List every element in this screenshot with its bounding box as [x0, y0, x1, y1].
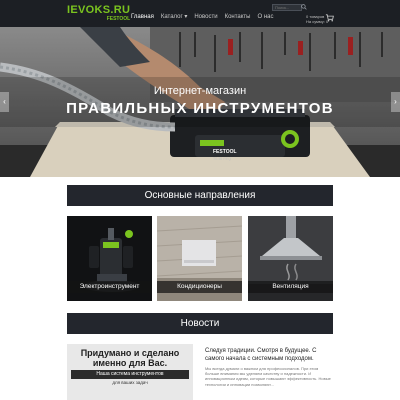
- direction-card-label: Вентиляция: [248, 281, 333, 293]
- tool-model-label: TS 55 REQ: [213, 157, 231, 161]
- directions-heading: Основные направления: [67, 185, 333, 206]
- news-image[interactable]: Придумано и сделано именно для Вас. Наша…: [67, 344, 193, 400]
- news-image-headline: Придумано и сделано именно для Вас.: [80, 348, 180, 368]
- slider-next-button[interactable]: ›: [391, 92, 400, 112]
- nav-item-news[interactable]: Новости: [194, 13, 217, 21]
- site-logo[interactable]: IEVOKS.RU FESTOOL: [67, 4, 131, 23]
- direction-card-ventilation[interactable]: Вентиляция: [248, 216, 333, 301]
- news-body: Мы всегда думали о важном для профессион…: [205, 366, 331, 387]
- nav-item-contacts[interactable]: Контакты: [225, 13, 251, 21]
- hero-subtitle: Интернет-магазин: [153, 85, 247, 97]
- news-heading: Новости: [67, 313, 333, 334]
- main-nav: Главная Каталог ▾ Новости Контакты О нас: [131, 13, 273, 21]
- direction-card-power-tools[interactable]: Электроинструмент: [67, 216, 152, 301]
- logo-text: IEVOKS.RU: [67, 4, 131, 16]
- hero-banner: FESTOOL TS 55 REQ Интернет-магазин ПРАВИ…: [0, 27, 400, 177]
- cart-icon[interactable]: [325, 13, 334, 22]
- nav-item-home[interactable]: Главная: [131, 13, 154, 21]
- news-image-caption-2: для ваших задач: [112, 380, 148, 385]
- search-icon[interactable]: [301, 4, 307, 10]
- slider-prev-button[interactable]: ‹: [0, 92, 9, 112]
- top-bar: IEVOKS.RU FESTOOL Главная Каталог ▾ Ново…: [0, 0, 400, 27]
- logo-subtext: FESTOOL: [106, 16, 131, 22]
- direction-card-label: Кондиционеры: [157, 281, 242, 293]
- search-input[interactable]: [272, 4, 302, 11]
- nav-item-catalog[interactable]: Каталог ▾: [161, 13, 188, 21]
- news-image-caption: Наша система инструментов: [71, 370, 189, 379]
- direction-card-label: Электроинструмент: [67, 281, 152, 293]
- direction-card-air-conditioners[interactable]: Кондиционеры: [157, 216, 242, 301]
- nav-item-about[interactable]: О нас: [258, 13, 274, 21]
- hero-title: ПРАВИЛЬНЫХ ИНСТРУМЕНТОВ: [66, 100, 334, 117]
- news-title[interactable]: Следуя традиции. Смотря в будущее. С сам…: [205, 347, 333, 363]
- tool-brand-label: FESTOOL: [213, 149, 237, 155]
